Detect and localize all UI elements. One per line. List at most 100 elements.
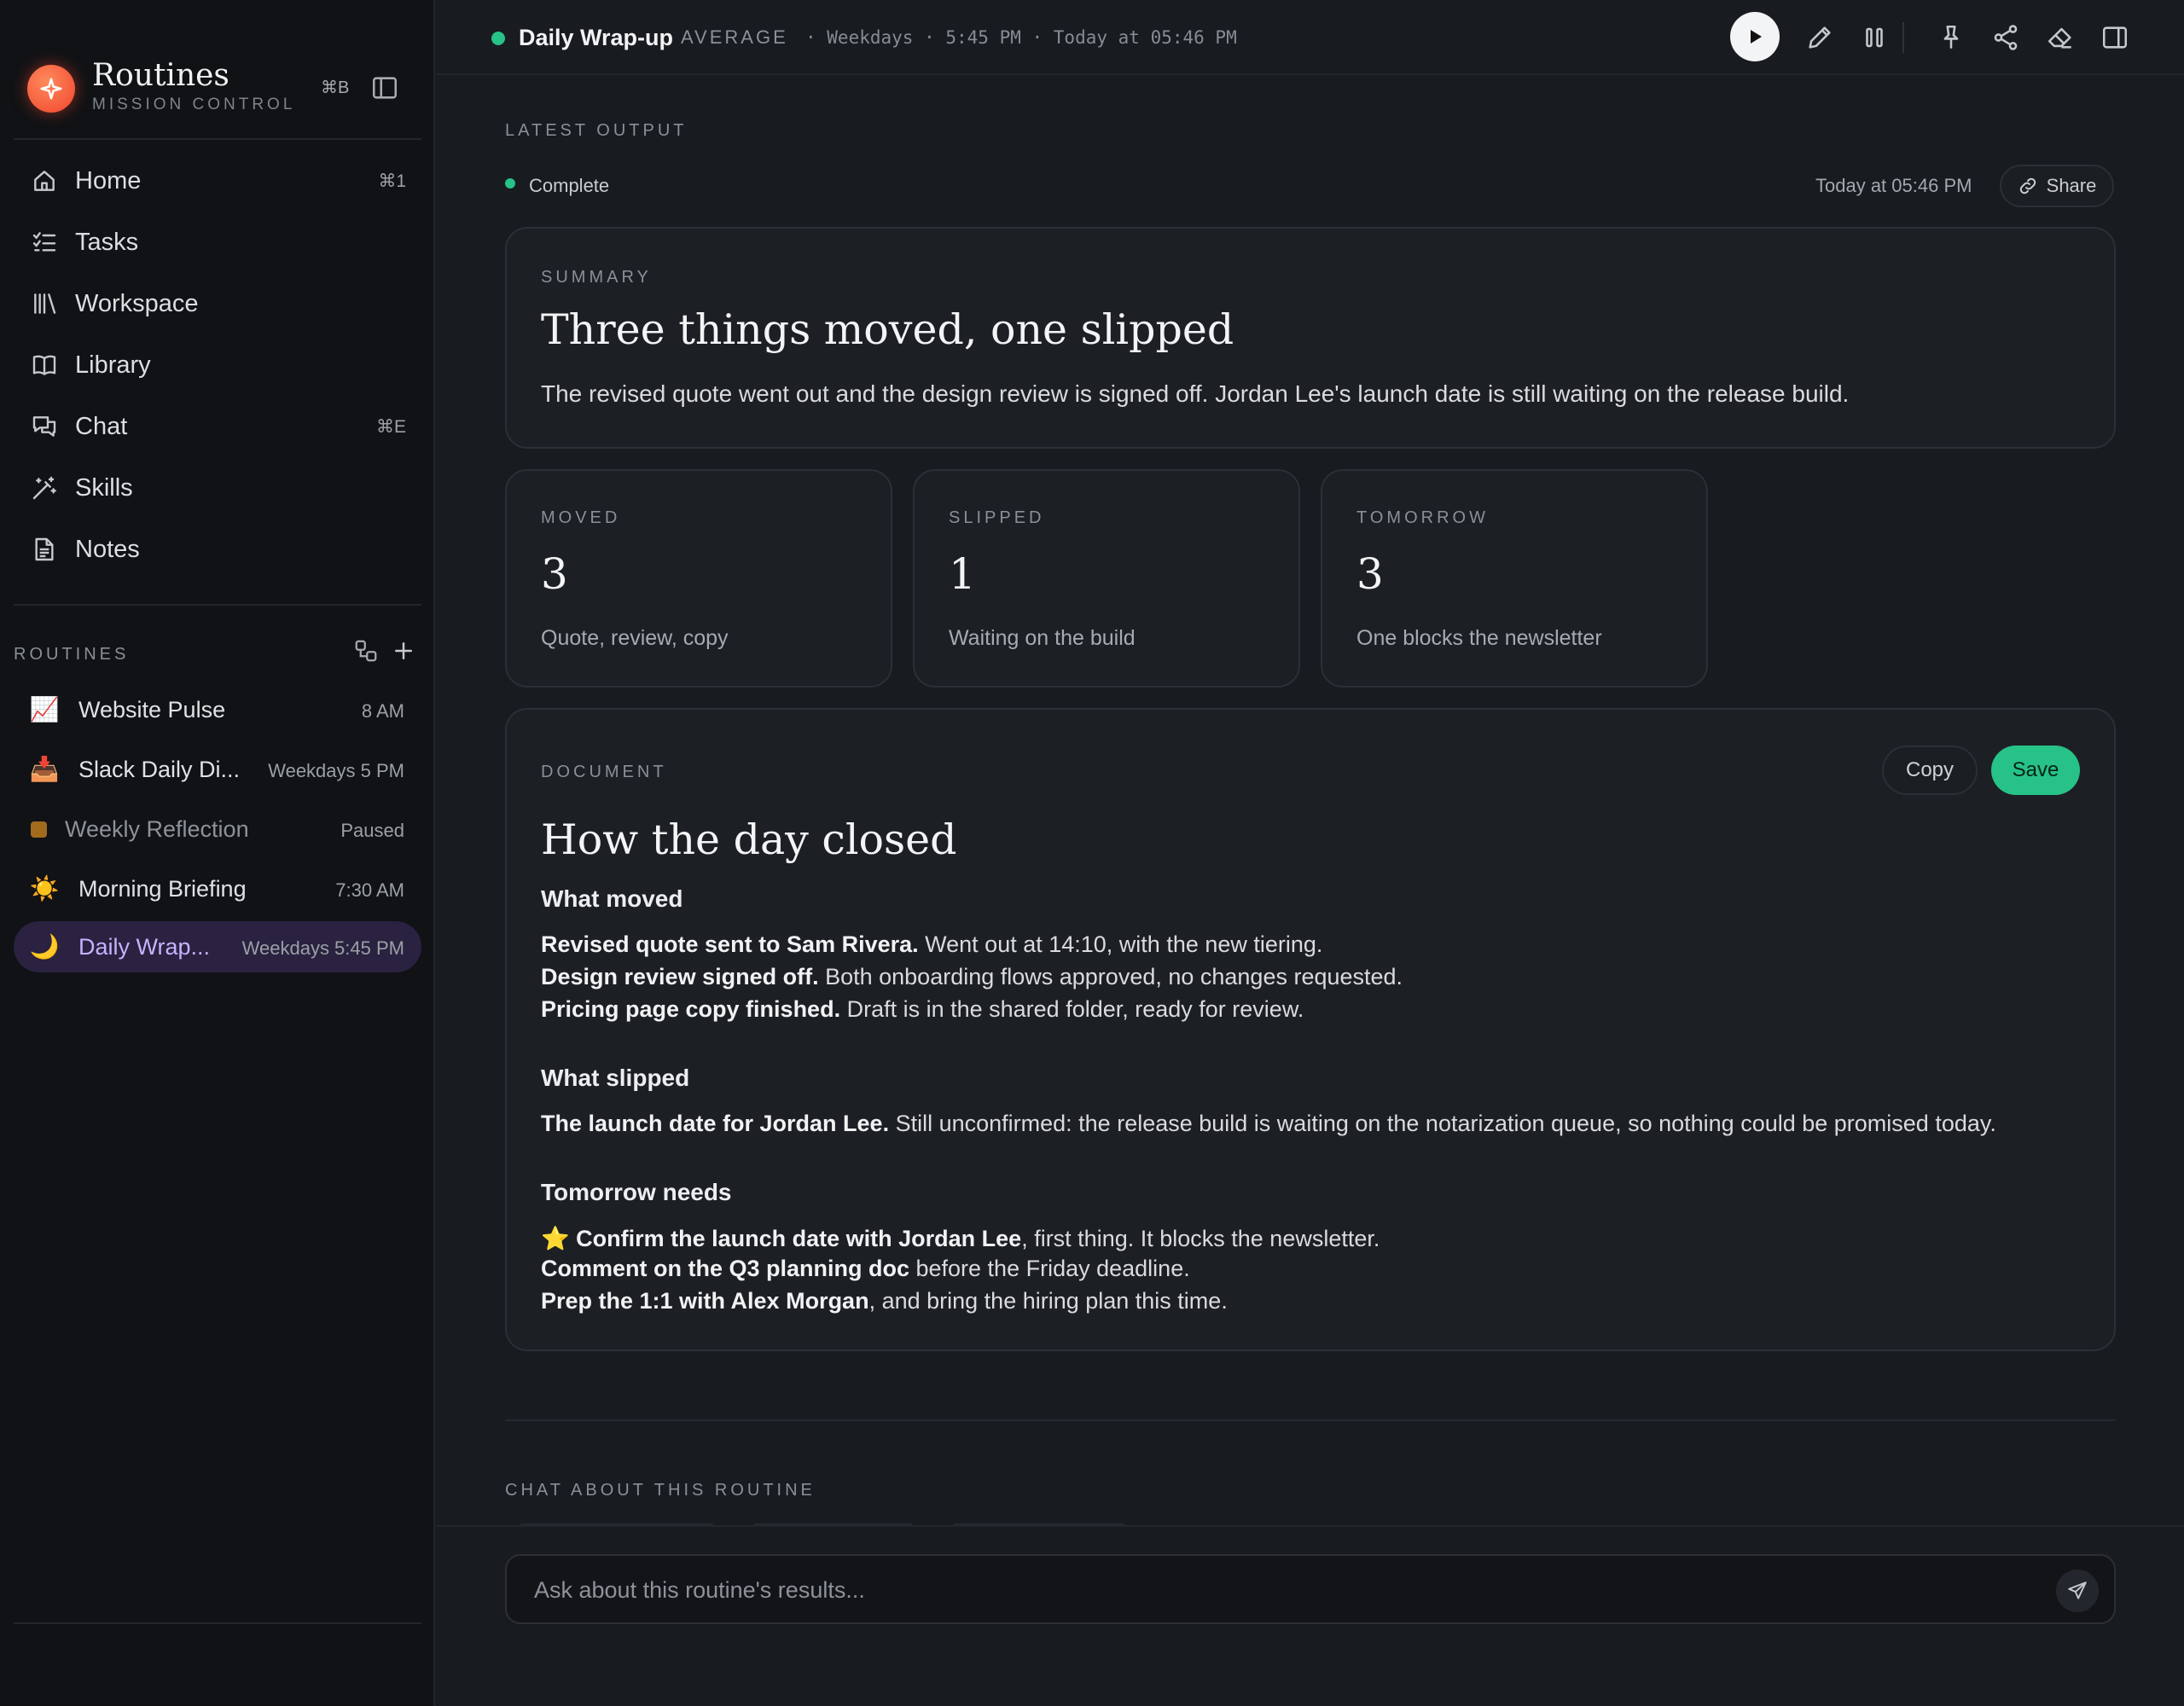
share-routine-button[interactable] — [1991, 23, 2020, 52]
toolbar-divider — [1902, 22, 1904, 53]
quality-badge: AVERAGE — [681, 26, 788, 48]
line-emphasis: Design review signed off. — [541, 964, 819, 989]
nav-label: Tasks — [75, 229, 139, 256]
line-text: , first thing. It blocks the newsletter. — [1021, 1226, 1380, 1251]
nav-item-notes[interactable]: Notes — [14, 522, 421, 577]
save-button[interactable]: Save — [1991, 746, 2080, 795]
share-nodes-icon — [1994, 25, 2018, 50]
share-button[interactable]: Share — [2000, 165, 2114, 207]
brand-subtitle: MISSION CONTROL — [92, 96, 296, 113]
link-icon — [2019, 177, 2036, 194]
section-heading: What moved — [541, 885, 683, 912]
nav-label: Library — [75, 351, 151, 379]
star-icon: ⭐ — [541, 1226, 577, 1251]
stat-card-tomorrow: TOMORROW 3 One blocks the newsletter — [1321, 469, 1708, 688]
line-text: Still unconfirmed: the release build is … — [889, 1111, 1996, 1136]
chart-up-icon: 📈 — [29, 696, 60, 722]
note-icon — [31, 536, 58, 563]
chat-composer — [505, 1554, 2116, 1624]
home-icon — [31, 167, 58, 194]
stat-value: 3 — [541, 549, 568, 599]
document-line: Design review signed off. Both onboardin… — [541, 964, 1403, 990]
nav-item-home[interactable]: Home ⌘1 — [14, 154, 421, 208]
routine-label: Weekly Reflection — [65, 816, 249, 842]
tasks-icon — [31, 229, 58, 256]
workspace-icon — [31, 290, 58, 317]
paused-status-icon — [31, 821, 47, 838]
routine-label: Morning Briefing — [78, 876, 247, 902]
pause-button[interactable] — [1860, 23, 1889, 52]
section-heading: What slipped — [541, 1065, 690, 1091]
toggle-panel-button[interactable] — [2100, 23, 2129, 52]
chat-heading: CHAT ABOUT THIS ROUTINE — [505, 1481, 816, 1500]
send-icon — [2068, 1581, 2087, 1599]
pencil-icon — [1809, 26, 1831, 49]
routine-header: Daily Wrap-up AVERAGE · Weekdays · 5:45 … — [437, 0, 2184, 75]
section-divider — [505, 1419, 2116, 1421]
nav-item-workspace[interactable]: Workspace — [14, 276, 421, 331]
copy-button[interactable]: Copy — [1882, 746, 1978, 795]
sidebar-divider — [14, 138, 421, 140]
run-button[interactable] — [1730, 12, 1780, 61]
summary-title: Three things moved, one slipped — [541, 305, 1234, 354]
stat-value: 1 — [949, 549, 976, 599]
routine-item-morning-briefing[interactable]: ☀️ Morning Briefing 7:30 AM — [14, 863, 421, 914]
routines-heading: ROUTINES — [14, 645, 130, 664]
line-text: Draft is in the shared folder, ready for… — [840, 996, 1304, 1022]
document-line: Pricing page copy finished. Draft is in … — [541, 996, 1304, 1023]
routine-schedule: Weekdays 5:45 PM — [241, 937, 404, 959]
pin-button[interactable] — [1937, 23, 1966, 52]
send-button[interactable] — [2056, 1570, 2099, 1612]
document-label: DOCUMENT — [541, 763, 667, 781]
routine-item-website-pulse[interactable]: 📈 Website Pulse 8 AM — [14, 684, 421, 735]
section-heading: Tomorrow needs — [541, 1179, 732, 1205]
line-text: Both onboarding flows approved, no chang… — [818, 964, 1403, 989]
document-line: ⭐ Confirm the launch date with Jordan Le… — [541, 1225, 1380, 1252]
routine-schedule: 7:30 AM — [335, 879, 404, 901]
collapse-shortcut: ⌘B — [321, 78, 350, 97]
chat-icon — [31, 413, 58, 440]
sidebar: Routines MISSION CONTROL ⌘B Home ⌘1 Task… — [0, 0, 435, 1706]
routine-item-daily-wrap-up[interactable]: 🌙 Daily Wrap... Weekdays 5:45 PM — [14, 921, 421, 972]
document-title: How the day closed — [541, 815, 957, 864]
nav-item-library[interactable]: Library — [14, 338, 421, 392]
routine-status: Paused — [340, 820, 404, 841]
nav-item-tasks[interactable]: Tasks — [14, 215, 421, 270]
add-routine-icon[interactable] — [391, 638, 416, 664]
routine-schedule: Weekdays 5 PM — [268, 760, 404, 781]
stat-label: SLIPPED — [949, 508, 1045, 527]
inbox-tray-icon: 📥 — [29, 756, 60, 782]
stat-card-moved: MOVED 3 Quote, review, copy — [505, 469, 892, 688]
nav-label: Notes — [75, 536, 140, 563]
routine-label: Daily Wrap... — [78, 934, 211, 960]
routine-item-weekly-reflection[interactable]: Weekly Reflection Paused — [14, 804, 421, 855]
line-emphasis: Revised quote sent to Sam Rivera. — [541, 931, 919, 957]
nav-label: Workspace — [75, 290, 199, 317]
clear-button[interactable] — [2046, 23, 2075, 52]
nav-item-chat[interactable]: Chat ⌘E — [14, 399, 421, 454]
status-dot — [491, 32, 505, 45]
line-emphasis: Pricing page copy finished. — [541, 996, 841, 1022]
sidebar-toggle-icon[interactable] — [370, 73, 399, 102]
edit-button[interactable] — [1805, 23, 1834, 52]
stat-label: TOMORROW — [1356, 508, 1489, 527]
document-line: The launch date for Jordan Lee. Still un… — [541, 1111, 1996, 1137]
routine-item-slack-daily-digest[interactable]: 📥 Slack Daily Di... Weekdays 5 PM — [14, 744, 421, 795]
stat-description: One blocks the newsletter — [1356, 626, 1602, 650]
link-routine-icon[interactable] — [353, 638, 379, 664]
eraser-icon — [2048, 27, 2071, 49]
nav-item-skills[interactable]: Skills — [14, 461, 421, 515]
brand: Routines MISSION CONTROL ⌘B — [27, 58, 428, 119]
line-text: Went out at 14:10, with the new tiering. — [918, 931, 1323, 957]
routine-schedule-meta: · Weekdays · 5:45 PM · Today at 05:46 PM — [805, 27, 1237, 48]
output-timestamp: Today at 05:46 PM — [1815, 175, 1972, 196]
summary-text: The revised quote went out and the desig… — [541, 380, 1850, 407]
book-icon — [31, 351, 58, 379]
document-line: Comment on the Q3 planning doc before th… — [541, 1256, 1190, 1282]
nav-shortcut: ⌘E — [375, 417, 406, 437]
chat-input[interactable] — [534, 1571, 1984, 1609]
line-emphasis: Confirm the launch date with Jordan Lee — [576, 1226, 1022, 1251]
nav-label: Home — [75, 167, 142, 194]
stat-value: 3 — [1356, 549, 1384, 599]
pin-icon — [1943, 25, 1959, 49]
